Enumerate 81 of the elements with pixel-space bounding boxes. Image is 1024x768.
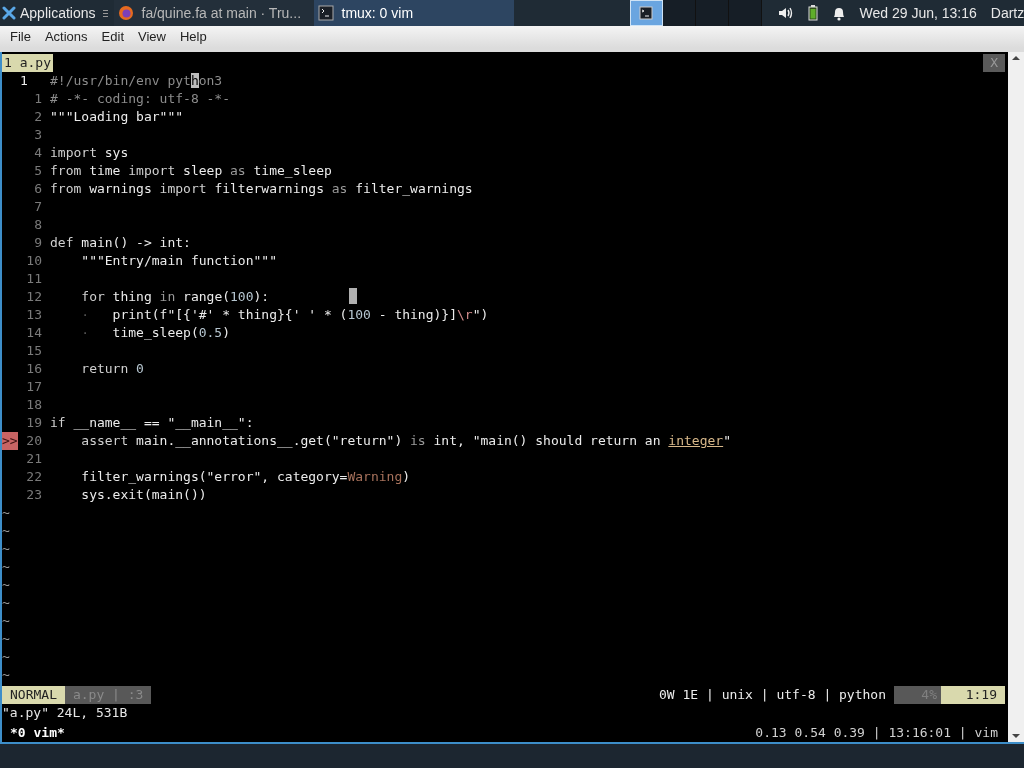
line-number: 21	[26, 450, 42, 468]
code-line: if __name__ == "__main__":	[50, 414, 254, 432]
xfce-logo-icon	[2, 6, 16, 20]
volume-icon[interactable]	[777, 6, 794, 20]
empty-line-tilde: ~	[2, 522, 10, 540]
code-line: assert main.__annotations__.get("return") is int, "main() should return an integer"	[80, 432, 731, 450]
window-thumbnail-icon	[639, 6, 653, 20]
browser-icon	[117, 5, 134, 21]
line-number: 14	[26, 324, 42, 342]
taskbar-button[interactable]: fa/quine.fa at main · Tru...	[113, 0, 314, 26]
line-number: 12	[26, 288, 42, 306]
code-line: """Loading bar"""	[50, 108, 184, 126]
menu-item[interactable]: Help	[173, 26, 213, 48]
line-number: 23	[26, 486, 42, 504]
line-number: 19	[26, 414, 42, 432]
menu-item[interactable]: Edit	[95, 26, 130, 48]
line-number: 11	[26, 270, 42, 288]
empty-line-tilde: ~	[2, 540, 10, 558]
empty-line-tilde: ~	[2, 612, 10, 630]
clock[interactable]: Wed 29 Jun, 13:16	[859, 2, 977, 24]
line-number: 4	[34, 144, 42, 162]
mouse-cursor-block	[349, 288, 358, 304]
notification-bell-icon[interactable]	[831, 5, 846, 21]
code-line: """Entry/main function"""	[80, 252, 277, 270]
menu-item[interactable]: File	[4, 26, 37, 48]
line-number: 18	[26, 396, 42, 414]
message-line: "a.py" 24L, 531B	[2, 704, 128, 722]
code-line: import sys	[50, 144, 129, 162]
scroll-up-icon[interactable]	[1011, 54, 1021, 62]
line-number: 10	[26, 252, 42, 270]
terminal-icon	[317, 5, 334, 21]
menu-icon	[102, 9, 108, 17]
empty-line-tilde: ~	[2, 504, 10, 522]
empty-line-tilde: ~	[2, 594, 10, 612]
line-number: 16	[26, 360, 42, 378]
line-number: 1	[34, 90, 42, 108]
applications-menu[interactable]: Applications	[0, 0, 110, 26]
code-line: sys.exit(main())	[80, 486, 207, 504]
tmux-window-tab[interactable]: 1 a.py	[2, 54, 53, 72]
menu-item[interactable]: View	[132, 26, 172, 48]
line-number: 22	[26, 468, 42, 486]
line-number: 2	[34, 108, 42, 126]
scrollbar[interactable]	[1008, 52, 1024, 742]
code-line: from time import sleep as time_sleep	[50, 162, 332, 180]
empty-line-tilde: ~	[2, 630, 10, 648]
tmux-window-list: *0 vim*	[2, 724, 65, 742]
cursor-position: 1:19	[941, 686, 1005, 704]
empty-line-tilde: ~	[2, 576, 10, 594]
line-number: 7	[34, 198, 42, 216]
empty-line-tilde: ~	[2, 558, 10, 576]
line-number: 20	[26, 432, 42, 450]
empty-line-tilde: ~	[2, 648, 10, 666]
code-line: return 0	[80, 360, 144, 378]
scroll-down-icon[interactable]	[1011, 732, 1021, 740]
menu-item[interactable]: Actions	[38, 26, 94, 48]
line-number: 13	[26, 306, 42, 324]
line-number: 5	[34, 162, 42, 180]
code-line: · time_sleep(0.5)	[80, 324, 231, 342]
user-name[interactable]: Dartz	[990, 2, 1024, 24]
file-format-info: 0W 1E | unix | utf-8 | python	[658, 686, 887, 704]
line-number: 1	[20, 72, 28, 90]
code-line: #!/usr/bin/env python3	[50, 72, 223, 90]
tmux-status-info: 0.13 0.54 0.39 | 13:16:01 | vim	[755, 724, 999, 742]
code-line: filter_warnings("error", category=Warning)	[80, 468, 411, 486]
empty-line-tilde: ~	[2, 666, 10, 684]
line-number: 8	[34, 216, 42, 234]
mode-indicator: NORMAL	[2, 686, 65, 704]
line-number: 3	[34, 126, 42, 144]
code-line: for thing in range(100):	[80, 288, 270, 306]
code-line: def main() -> int:	[50, 234, 191, 252]
code-line: · print(f"[{'#' * thing}{' ' * (100 - thing)}]\r")	[80, 306, 489, 324]
line-number: 15	[26, 342, 42, 360]
code-line: # -*- coding: utf-8 -*-	[50, 90, 230, 108]
line-number: 6	[34, 180, 42, 198]
battery-icon[interactable]	[807, 5, 818, 21]
code-line: from warnings import filterwarnings as filter_warnings	[50, 180, 473, 198]
line-number: 17	[26, 378, 42, 396]
line-number: 9	[34, 234, 42, 252]
taskbar-button[interactable]: tmux: 0 vim	[313, 0, 514, 26]
workspace-button[interactable]	[662, 0, 696, 26]
error-sign: >>	[2, 432, 18, 450]
